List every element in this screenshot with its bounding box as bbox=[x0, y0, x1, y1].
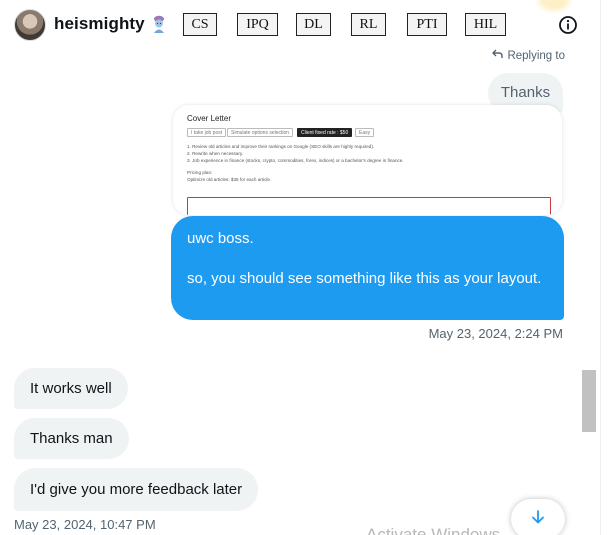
scrollbar-track[interactable] bbox=[580, 0, 600, 535]
tag-hil[interactable]: HIL bbox=[465, 13, 506, 36]
preview-chip: Client fixed rate : $50 bbox=[297, 128, 353, 137]
preview-line: Pricing plan: bbox=[187, 170, 213, 175]
incoming-message-bubble[interactable]: I'd give you more feedback later bbox=[14, 468, 259, 511]
tag-pti[interactable]: PTI bbox=[407, 13, 447, 36]
genie-emoji-icon bbox=[150, 14, 168, 34]
incoming-message-bubble[interactable]: Thanks man bbox=[14, 418, 129, 459]
preview-line: 2. Rewrite when necessary. bbox=[187, 151, 244, 156]
notification-glow bbox=[534, 0, 574, 14]
incoming-timestamp: May 23, 2024, 10:47 PM bbox=[14, 517, 156, 532]
preview-line: 1. Review old articles and improve their… bbox=[187, 144, 375, 149]
tag-dl[interactable]: DL bbox=[296, 13, 331, 36]
image-attachment-preview[interactable]: Cover Letter I take job post Simulate op… bbox=[173, 105, 562, 215]
outgoing-timestamp: May 23, 2024, 2:24 PM bbox=[428, 326, 563, 341]
outgoing-message-line: uwc boss. bbox=[187, 230, 254, 247]
scroll-to-bottom-button[interactable] bbox=[511, 499, 565, 535]
arrow-down-icon bbox=[530, 509, 546, 530]
incoming-message-bubble[interactable]: It works well bbox=[14, 368, 128, 409]
preview-input-box bbox=[187, 197, 551, 215]
outgoing-message-bubble[interactable]: uwc boss. so, you should see something l… bbox=[171, 216, 564, 320]
preview-line: Optimize old articles: $35 for each arti… bbox=[187, 177, 272, 182]
avatar[interactable] bbox=[14, 9, 46, 41]
preview-line: 3. Job experience in finance (stocks, cr… bbox=[187, 158, 404, 163]
scrollbar-thumb[interactable] bbox=[582, 370, 596, 432]
username[interactable]: heismighty bbox=[54, 14, 145, 34]
preview-chip: Easy bbox=[355, 128, 375, 137]
preview-chip: I take job post bbox=[187, 128, 227, 137]
tag-ipq[interactable]: IPQ bbox=[237, 13, 278, 36]
preview-title: Cover Letter bbox=[187, 114, 232, 123]
preview-chip: Simulate options selection bbox=[227, 128, 294, 137]
replying-to-text: Replying to bbox=[507, 49, 565, 62]
tag-cs[interactable]: CS bbox=[183, 13, 217, 36]
reply-arrow-icon bbox=[492, 49, 504, 62]
tag-rl[interactable]: RL bbox=[351, 13, 386, 36]
replying-to-label: Replying to bbox=[492, 49, 565, 62]
conversation-header: heismighty CS IPQ DL RL PTI HIL bbox=[0, 0, 600, 50]
window-edge bbox=[600, 0, 615, 535]
outgoing-message-line: so, you should see something like this a… bbox=[187, 270, 542, 287]
activate-windows-watermark: Activate Windows bbox=[366, 525, 501, 535]
info-icon[interactable] bbox=[558, 15, 578, 35]
